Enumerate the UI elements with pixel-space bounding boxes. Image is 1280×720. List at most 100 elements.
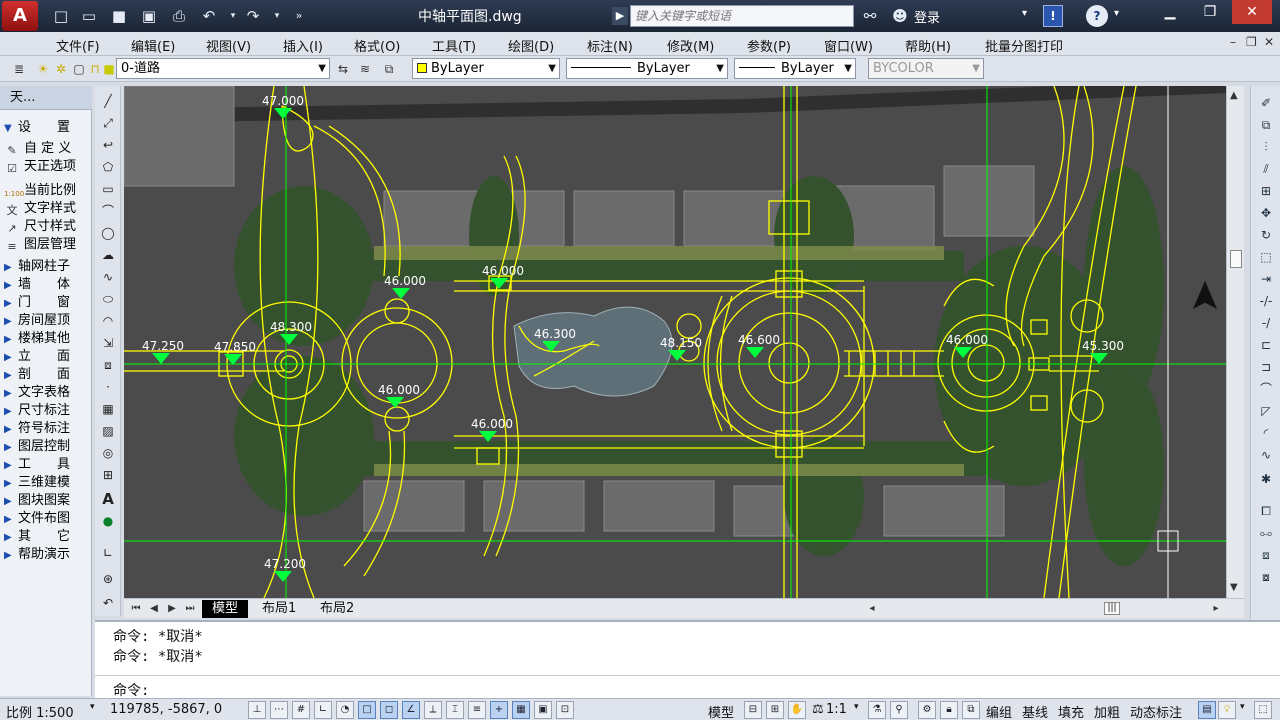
erase-icon[interactable]: ✐ (1257, 94, 1275, 112)
status-btn-dynamic-dim[interactable]: 动态标注 (1130, 702, 1182, 720)
insert-block-icon[interactable]: ⇲ (99, 334, 117, 352)
drawing-canvas[interactable]: 47.000 46.000 46.000 47.250 47.850 48.30… (124, 86, 1226, 598)
annotation-visibility-icon[interactable]: ⚗ (868, 701, 886, 719)
stretch-icon[interactable]: ⇥ (1257, 270, 1275, 288)
draw-order-back-icon[interactable]: ⧟ (1257, 524, 1275, 542)
save-as-icon[interactable]: ▣ (138, 5, 160, 27)
last-tab-icon[interactable]: ⏭ (182, 601, 198, 617)
panel-item-layer-manager[interactable]: ≡ 图层管理 (4, 236, 90, 254)
line-icon[interactable]: ╱ (99, 92, 117, 110)
menu-edit[interactable]: 编辑(E) (131, 36, 175, 55)
menu-tools[interactable]: 工具(T) (432, 36, 476, 55)
arc-icon[interactable]: ⌒ (99, 202, 117, 220)
annotation-scale[interactable]: 1:1 (826, 702, 847, 717)
doc-close-icon[interactable]: ✕ (1264, 35, 1274, 49)
panel-item-others[interactable]: ▶ 其 它 (4, 528, 90, 546)
copy-icon[interactable]: ⧉ (1257, 116, 1275, 134)
help-icon[interactable]: ? (1086, 5, 1108, 27)
ellipse-icon[interactable]: ⬭ (99, 290, 117, 308)
transparency-icon[interactable]: + (490, 701, 508, 719)
undo-dropdown-icon[interactable]: ▾ (222, 5, 244, 27)
rectangle-icon[interactable]: ▭ (99, 180, 117, 198)
scale-icon[interactable]: ⬚ (1257, 248, 1275, 266)
move-icon[interactable]: ✥ (1257, 204, 1275, 222)
extend-icon[interactable]: -/ (1257, 314, 1275, 332)
layer-previous-icon[interactable]: ⧉ (380, 60, 398, 78)
pan-icon[interactable]: ✋ (788, 701, 806, 719)
mirror-icon[interactable]: ⫶ (1257, 138, 1275, 156)
blend-icon[interactable]: ∿ (1257, 446, 1275, 464)
menu-insert[interactable]: 插入(I) (283, 36, 323, 55)
scale-readout[interactable]: 比例 1:500 (6, 702, 74, 720)
quick-view-drawings-icon[interactable]: ⊞ (766, 701, 784, 719)
mtext-icon[interactable]: A (99, 490, 117, 508)
polyline-icon[interactable]: ↩ (99, 136, 117, 154)
zoom-previous-icon[interactable]: ↶ (99, 594, 117, 612)
infocenter-toggle-icon[interactable]: ▶ (612, 7, 628, 25)
linetype-select[interactable]: ByLayer ▼ (566, 58, 728, 79)
construction-line-icon[interactable]: ⤢ (99, 114, 117, 132)
scroll-down-icon[interactable]: ▼ (1230, 582, 1238, 593)
annotation-scale-icon[interactable]: ⚖ (812, 702, 824, 717)
panel-item-3d-model[interactable]: ▶ 三维建模 (4, 474, 90, 492)
menu-draw[interactable]: 绘图(D) (508, 36, 554, 55)
fillet-icon[interactable]: ◜ (1257, 424, 1275, 442)
status-menu-icon[interactable]: ▾ (1240, 702, 1245, 712)
send-under-icon[interactable]: ⧇ (1257, 568, 1275, 586)
more-tools-icon[interactable]: » (288, 5, 310, 27)
new-file-icon[interactable]: □ (50, 5, 72, 27)
tab-layout1[interactable]: 布局1 (252, 600, 306, 618)
snap-mode-icon[interactable]: ⋯ (270, 701, 288, 719)
break-at-point-icon[interactable]: ⊏ (1257, 336, 1275, 354)
redo-icon[interactable]: ↷ (242, 5, 264, 27)
close-icon[interactable]: ✕ (1232, 0, 1272, 24)
status-btn-bold[interactable]: 加粗 (1094, 702, 1120, 720)
hatch-icon[interactable]: ▦ (99, 400, 117, 418)
panel-item-axis-column[interactable]: ▶ 轴网柱子 (4, 258, 90, 276)
polar-icon[interactable]: ◔ (336, 701, 354, 719)
chamfer-icon[interactable]: ◸ (1257, 402, 1275, 420)
vertical-scrollbar[interactable]: ▲ ▼ (1226, 86, 1244, 598)
quick-view-layouts-icon[interactable]: ⊟ (744, 701, 762, 719)
layer-freeze-icon[interactable]: ✲ (52, 60, 70, 78)
join-icon[interactable]: ⌒ (1257, 380, 1275, 398)
zoom-realtime-icon[interactable]: ⊛ (99, 570, 117, 588)
toolbar-lock-icon[interactable]: ▤ (1198, 701, 1216, 719)
array-icon[interactable]: ⊞ (1257, 182, 1275, 200)
panel-item-room-roof[interactable]: ▶ 房间屋顶 (4, 312, 90, 330)
layer-match-icon[interactable]: ≋ (356, 60, 374, 78)
panel-item-text-table[interactable]: ▶ 文字表格 (4, 384, 90, 402)
ellipse-arc-icon[interactable]: ◠ (99, 312, 117, 330)
make-current-layer-icon[interactable]: ⇆ (334, 60, 352, 78)
print-icon[interactable]: ⎙ (168, 5, 190, 27)
menu-view[interactable]: 视图(V) (206, 36, 251, 55)
panel-item-customize[interactable]: ✎ 自 定 义 (4, 140, 90, 158)
panel-item-stairs[interactable]: ▶ 楼梯其他 (4, 330, 90, 348)
menu-dimension[interactable]: 标注(N) (587, 36, 633, 55)
selection-cycling-icon[interactable]: ▣ (534, 701, 552, 719)
menu-window[interactable]: 窗口(W) (824, 36, 873, 55)
menu-batch-print[interactable]: 批量分图打印 (985, 36, 1063, 55)
status-btn-group[interactable]: 编组 (986, 702, 1012, 720)
redo-dropdown-icon[interactable]: ▾ (266, 5, 288, 27)
isolate-objects-icon[interactable]: 💡︎ (1218, 701, 1236, 719)
minimize-icon[interactable]: ▁ (1150, 0, 1190, 24)
break-icon[interactable]: ⊐ (1257, 358, 1275, 376)
panel-item-section[interactable]: ▶ 剖 面 (4, 366, 90, 384)
user-icon[interactable]: ☻ (890, 5, 910, 27)
scroll-thumb[interactable] (1230, 250, 1242, 268)
help-dropdown-icon[interactable]: ▾ (1114, 8, 1119, 19)
trim-icon[interactable]: -/- (1257, 292, 1275, 310)
polygon-icon[interactable]: ⬠ (99, 158, 117, 176)
annotation-scale-dropdown-icon[interactable]: ▾ (854, 702, 859, 712)
first-tab-icon[interactable]: ⏮ (128, 601, 144, 617)
color-select[interactable]: ByLayer ▼ (412, 58, 560, 79)
menu-parameters[interactable]: 参数(P) (747, 36, 791, 55)
layer-manager-icon[interactable]: ≣ (10, 60, 28, 78)
binoculars-icon[interactable]: ⚯ (858, 5, 882, 27)
make-block-icon[interactable]: ⧈ (99, 356, 117, 374)
exchange-icon[interactable]: ! (1043, 5, 1063, 27)
grid-icon[interactable]: # (292, 701, 310, 719)
auto-scale-icon[interactable]: ⚲ (890, 701, 908, 719)
panel-title[interactable]: 天... (0, 86, 92, 110)
